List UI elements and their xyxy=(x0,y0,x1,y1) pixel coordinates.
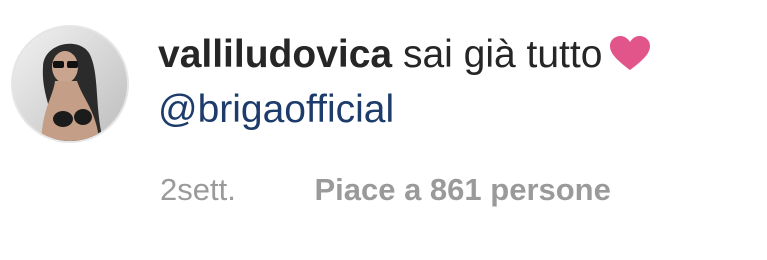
username-link[interactable]: valliludovica xyxy=(158,33,392,76)
timestamp: 2sett. xyxy=(160,172,236,207)
likes-count-link[interactable]: Piace a 861 persone xyxy=(314,170,610,210)
heart-icon xyxy=(608,35,652,85)
mention-link[interactable]: @brigaofficial xyxy=(158,85,394,135)
comment-text-block: valliludovica sai già tutto @brigaoffici… xyxy=(158,30,758,135)
comment-text: sai già tutto xyxy=(402,33,603,76)
avatar-photo xyxy=(13,27,127,141)
avatar[interactable] xyxy=(11,25,129,143)
comment: valliludovica sai già tutto @brigaoffici… xyxy=(0,0,767,260)
comment-meta: 2sett. Piace a 861 persone xyxy=(160,170,611,210)
